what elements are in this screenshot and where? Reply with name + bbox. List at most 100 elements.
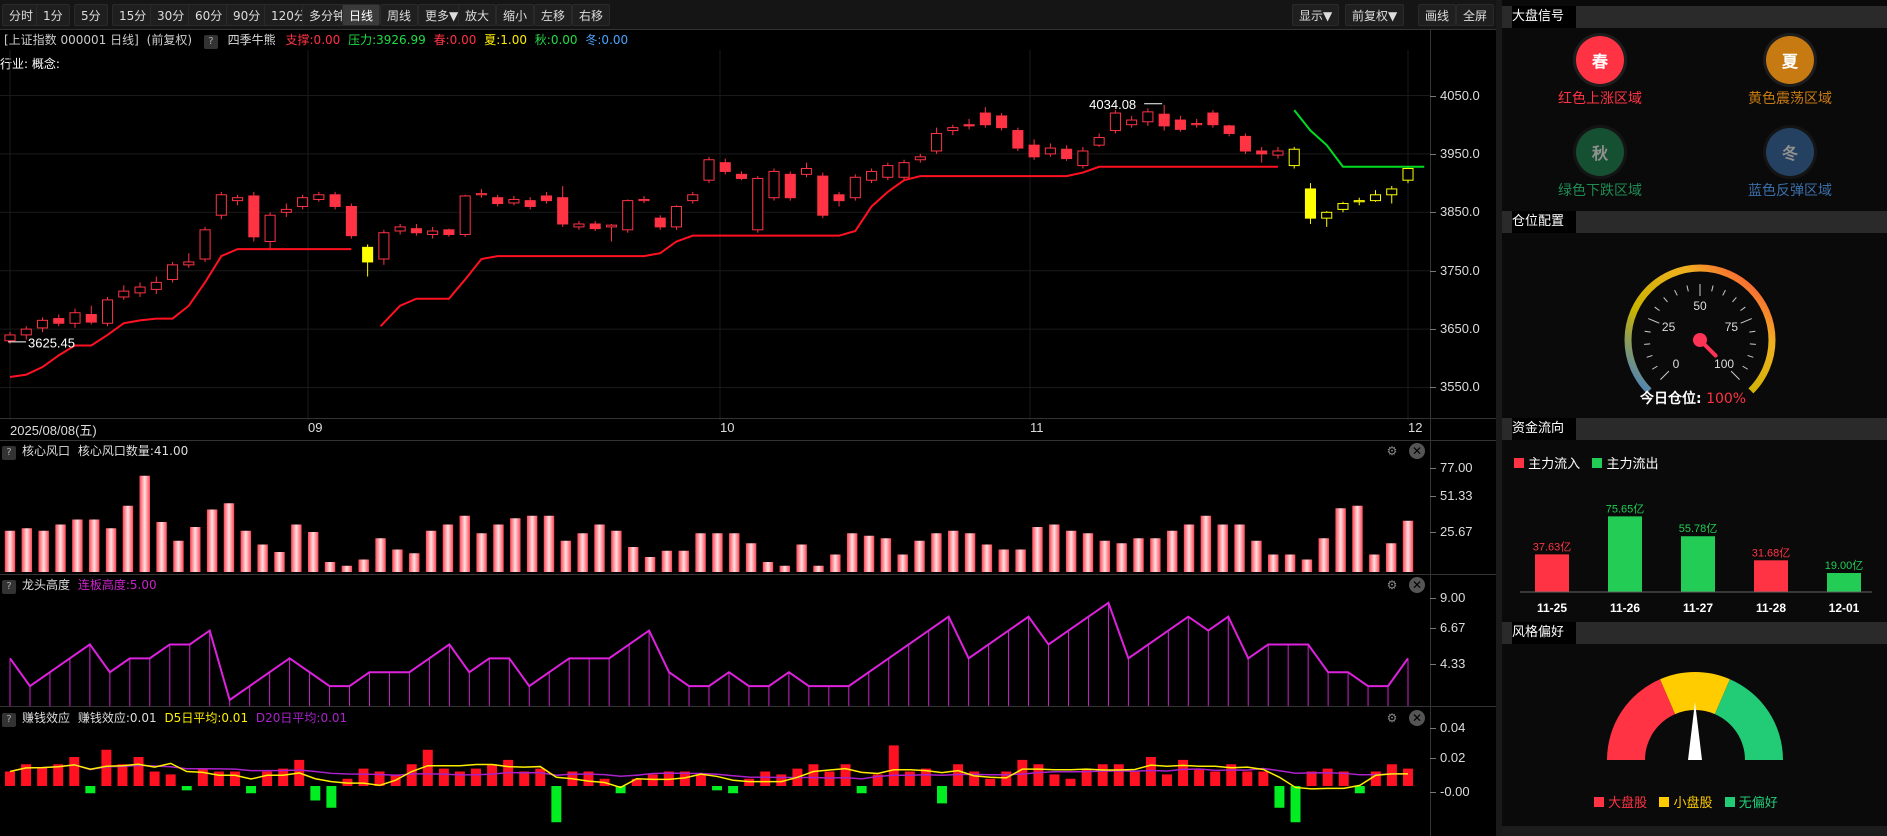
help-icon[interactable]: ? xyxy=(2,446,16,460)
profit-bar xyxy=(1354,786,1365,794)
profit-bar xyxy=(149,771,160,786)
core-theme-bar xyxy=(257,544,268,572)
core-theme-bar xyxy=(1217,524,1228,572)
panel1-title: 核心风口 xyxy=(22,444,71,458)
core-theme-bar xyxy=(156,522,167,572)
toolbar-btn-2[interactable]: 5分 xyxy=(74,4,108,26)
profit-bar xyxy=(422,749,433,786)
summer-value: 夏:1.00 xyxy=(484,33,527,47)
core-theme-bar xyxy=(813,565,824,572)
candle xyxy=(1044,143,1056,157)
candle xyxy=(459,194,471,237)
core-theme-bar xyxy=(981,544,993,572)
help-icon[interactable]: ? xyxy=(2,580,16,594)
core-theme-bar xyxy=(745,543,757,572)
profit-bar xyxy=(1274,786,1285,808)
candle xyxy=(1174,115,1186,132)
core-theme-bar xyxy=(1049,524,1060,572)
position-title: 仓位配置 xyxy=(1512,211,1577,233)
profit-bar xyxy=(262,771,273,786)
profit-bar xyxy=(1129,771,1140,786)
toolbar-btn-15[interactable]: 右移 xyxy=(572,4,611,26)
core-theme-bar xyxy=(4,530,16,572)
toolbar-btn-14[interactable]: 左移 xyxy=(534,4,573,26)
gauge-tick xyxy=(1722,289,1726,296)
toolbar-right-btn-0[interactable]: 显示▼ xyxy=(1292,4,1340,26)
close-icon[interactable]: ✕ xyxy=(1409,443,1425,459)
profit-bar xyxy=(197,768,208,786)
gauge-tick xyxy=(1730,370,1740,380)
profit-bar xyxy=(840,764,851,786)
green-line xyxy=(1293,109,1425,168)
profit-bar xyxy=(133,757,144,786)
profit-bar xyxy=(1097,764,1108,786)
candle xyxy=(1321,211,1333,227)
candle xyxy=(248,191,260,242)
flow-category-label: 12-01 xyxy=(1829,601,1860,615)
settings-icon[interactable]: ⚙ xyxy=(1384,710,1400,726)
signal-title-bar: 大盘信号 xyxy=(1502,6,1887,28)
profit-bar xyxy=(1290,786,1301,823)
candle xyxy=(1239,133,1251,154)
position-gauge: 0 25 50 75 100 xyxy=(1624,264,1776,394)
candle xyxy=(215,191,227,220)
settings-icon[interactable]: ⚙ xyxy=(1384,577,1400,593)
style-legend-small: 小盘股 xyxy=(1673,796,1713,811)
core-theme-bar xyxy=(341,565,353,572)
help-icon[interactable]: ? xyxy=(203,35,218,49)
core-theme-bar xyxy=(1318,538,1330,572)
toolbar-right-btn-3[interactable]: 全屏 xyxy=(1456,4,1495,26)
candle xyxy=(1304,183,1317,224)
candle xyxy=(232,194,244,206)
core-theme-bar xyxy=(543,515,555,572)
toolbar-right-btn-1[interactable]: 前复权▼ xyxy=(1345,4,1405,26)
profit-bar xyxy=(647,774,658,786)
toolbar-btn-13[interactable]: 缩小 xyxy=(496,4,535,26)
toolbar-btn-0[interactable]: 分时 xyxy=(2,4,41,26)
core-theme-bar xyxy=(21,528,33,572)
toolbar-btn-12[interactable]: 放大 xyxy=(458,4,497,26)
core-theme-bar xyxy=(830,554,841,572)
close-icon[interactable]: ✕ xyxy=(1409,577,1425,593)
season-icon: 夏 xyxy=(1766,36,1814,84)
flow-value-label: 19.00亿 xyxy=(1825,559,1864,572)
profit-bar xyxy=(454,771,465,786)
core-theme-bar xyxy=(1369,554,1380,572)
toolbar-btn-6[interactable]: 90分 xyxy=(226,4,268,26)
position-readout: 今日仓位: 100% xyxy=(1640,388,1746,408)
small-cap-swatch xyxy=(1659,797,1670,807)
toolbar-btn-4[interactable]: 30分 xyxy=(150,4,192,26)
toolbar-right-btn-2[interactable]: 画线 xyxy=(1418,4,1457,26)
toolbar-btn-9[interactable]: 日线 xyxy=(342,4,381,26)
core-theme-bar xyxy=(661,550,673,572)
close-icon[interactable]: ✕ xyxy=(1409,710,1425,726)
core-theme-bar xyxy=(122,505,134,572)
panel-y-tick-mark xyxy=(1430,598,1436,599)
high-price-label: 4034.08 xyxy=(1089,97,1136,112)
core-theme-bar xyxy=(931,533,942,572)
panel-y-tick-mark xyxy=(1430,532,1436,533)
profit-bar xyxy=(69,757,80,786)
candle xyxy=(1191,118,1203,128)
core-theme-bar xyxy=(863,535,875,572)
core-theme-bar xyxy=(139,475,150,572)
candle xyxy=(654,215,666,230)
gauge-tick xyxy=(1747,354,1754,358)
season-char: 冬 xyxy=(1781,144,1798,163)
gauge-tick xyxy=(1740,318,1752,324)
candle xyxy=(1061,145,1073,161)
profit-bar xyxy=(37,767,48,786)
core-theme-bar-chart xyxy=(4,475,1414,572)
settings-icon[interactable]: ⚙ xyxy=(1384,443,1400,459)
toolbar-btn-1[interactable]: 1分 xyxy=(36,4,70,26)
panel-y-tick-label: 77.00 xyxy=(1440,460,1473,475)
toolbar-btn-3[interactable]: 15分 xyxy=(112,4,154,26)
y-tick-label: 3850.0 xyxy=(1440,204,1480,220)
candlestick-chart[interactable]: 4034.08 3625.45 xyxy=(0,50,1430,420)
toolbar-btn-5[interactable]: 60分 xyxy=(188,4,230,26)
candle xyxy=(101,296,114,327)
candle xyxy=(687,191,699,204)
toolbar-btn-10[interactable]: 周线 xyxy=(380,4,419,26)
help-icon[interactable]: ? xyxy=(2,713,16,727)
candle xyxy=(378,229,390,265)
